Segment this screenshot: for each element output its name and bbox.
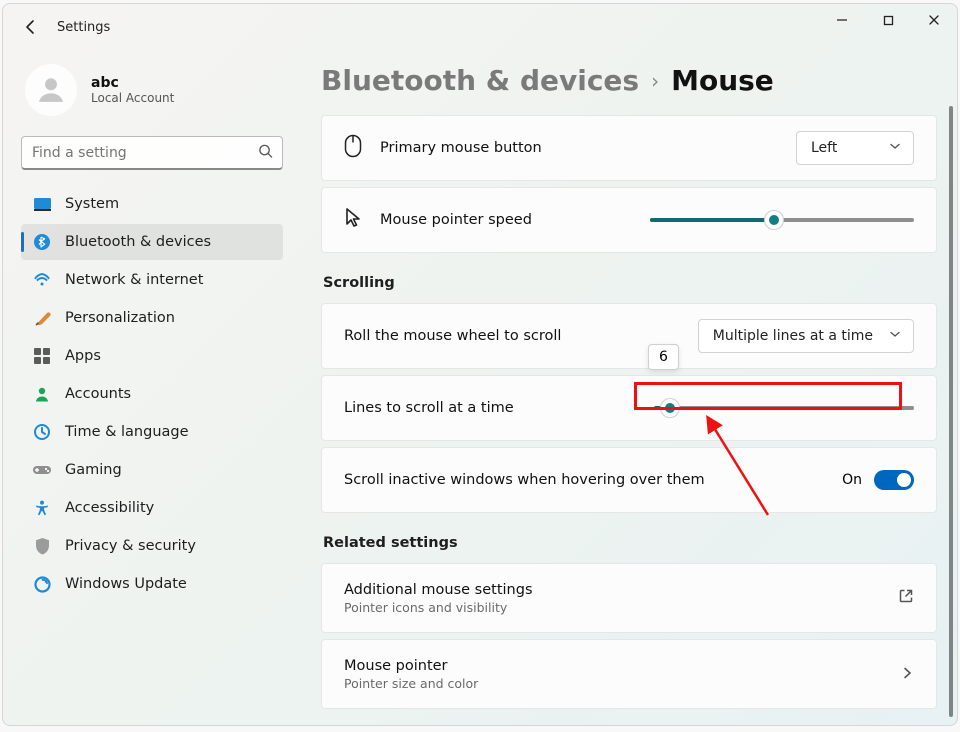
sidebar-item-label: Time & language xyxy=(65,424,189,440)
sidebar-item-network[interactable]: Network & internet xyxy=(21,262,283,298)
shield-icon xyxy=(33,538,51,555)
paintbrush-icon xyxy=(33,310,51,327)
sidebar-item-windows-update[interactable]: Windows Update xyxy=(21,566,283,602)
lines-to-scroll-slider[interactable] xyxy=(654,396,914,420)
app-title: Settings xyxy=(57,20,110,35)
settings-window: Settings abc Local Account xyxy=(2,3,958,726)
close-button[interactable] xyxy=(911,4,957,36)
back-button[interactable] xyxy=(21,17,41,37)
row-scroll-inactive: Scroll inactive windows when hovering ov… xyxy=(321,447,937,513)
titlebar: Settings xyxy=(3,4,957,50)
apps-icon xyxy=(33,348,51,364)
chevron-right-icon: › xyxy=(651,69,659,93)
update-icon xyxy=(33,576,51,593)
user-account-row[interactable]: abc Local Account xyxy=(21,58,303,132)
select-value: Left xyxy=(811,140,837,156)
sidebar-item-label: Privacy & security xyxy=(65,538,196,554)
sidebar-item-label: Accounts xyxy=(65,386,131,402)
row-label: Lines to scroll at a time xyxy=(344,400,514,416)
search-icon xyxy=(258,144,273,163)
row-primary-mouse-button: Primary mouse button Left xyxy=(321,115,937,181)
chevron-down-icon xyxy=(889,328,901,344)
row-label: Additional mouse settings xyxy=(344,582,533,598)
person-icon xyxy=(33,386,51,402)
chevron-right-icon xyxy=(900,665,914,684)
row-mouse-pointer[interactable]: Mouse pointer Pointer size and color xyxy=(321,639,937,709)
sidebar-item-system[interactable]: System xyxy=(21,186,283,222)
sidebar-item-label: Windows Update xyxy=(65,576,187,592)
page-title: Mouse xyxy=(671,64,774,97)
primary-button-select[interactable]: Left xyxy=(796,131,914,165)
sidebar-item-accounts[interactable]: Accounts xyxy=(21,376,283,412)
sidebar-item-apps[interactable]: Apps xyxy=(21,338,283,374)
main-content: Bluetooth & devices › Mouse Primary mous… xyxy=(303,50,957,725)
sidebar-item-label: Accessibility xyxy=(65,500,154,516)
sidebar-item-label: Network & internet xyxy=(65,272,203,288)
row-label: Primary mouse button xyxy=(380,140,542,156)
row-subtitle: Pointer icons and visibility xyxy=(344,600,533,615)
bluetooth-icon xyxy=(33,234,51,250)
sidebar-item-label: Bluetooth & devices xyxy=(65,234,211,250)
row-label: Roll the mouse wheel to scroll xyxy=(344,328,561,344)
toggle-state-label: On xyxy=(842,472,862,488)
row-label: Mouse pointer xyxy=(344,658,478,674)
row-label: Mouse pointer speed xyxy=(380,212,532,228)
avatar xyxy=(25,64,77,116)
pointer-speed-slider[interactable] xyxy=(650,208,914,232)
slider-value-tooltip: 6 xyxy=(648,344,679,370)
monitor-icon xyxy=(33,198,51,211)
row-additional-mouse-settings[interactable]: Additional mouse settings Pointer icons … xyxy=(321,563,937,633)
sidebar-item-time-language[interactable]: Time & language xyxy=(21,414,283,450)
row-subtitle: Pointer size and color xyxy=(344,676,478,691)
row-pointer-speed: Mouse pointer speed xyxy=(321,187,937,253)
sidebar: abc Local Account System xyxy=(3,50,303,725)
minimize-button[interactable] xyxy=(819,4,865,36)
section-heading-scrolling: Scrolling xyxy=(323,275,937,291)
breadcrumb: Bluetooth & devices › Mouse xyxy=(321,64,937,97)
sidebar-item-personalization[interactable]: Personalization xyxy=(21,300,283,336)
nav-list: System Bluetooth & devices Network & int… xyxy=(21,186,303,602)
breadcrumb-parent[interactable]: Bluetooth & devices xyxy=(321,64,639,97)
roll-wheel-select[interactable]: Multiple lines at a time xyxy=(698,319,914,353)
gamepad-icon xyxy=(33,464,51,476)
row-label: Scroll inactive windows when hovering ov… xyxy=(344,472,705,488)
scrollbar[interactable] xyxy=(949,106,953,717)
sidebar-item-label: Apps xyxy=(65,348,101,364)
cursor-icon xyxy=(344,207,362,233)
user-subtitle: Local Account xyxy=(91,91,174,105)
row-roll-wheel: Roll the mouse wheel to scroll Multiple … xyxy=(321,303,937,369)
row-lines-to-scroll: Lines to scroll at a time xyxy=(321,375,937,441)
sidebar-item-gaming[interactable]: Gaming xyxy=(21,452,283,488)
sidebar-item-privacy[interactable]: Privacy & security xyxy=(21,528,283,564)
accessibility-icon xyxy=(33,500,51,516)
sidebar-item-bluetooth-devices[interactable]: Bluetooth & devices xyxy=(21,224,283,260)
sidebar-item-label: Gaming xyxy=(65,462,122,478)
maximize-button[interactable] xyxy=(865,4,911,36)
scroll-inactive-toggle[interactable] xyxy=(874,470,914,490)
sidebar-item-label: Personalization xyxy=(65,310,175,326)
sidebar-item-accessibility[interactable]: Accessibility xyxy=(21,490,283,526)
mouse-icon xyxy=(344,134,362,162)
user-name: abc xyxy=(91,75,174,91)
search-input[interactable] xyxy=(21,136,283,170)
select-value: Multiple lines at a time xyxy=(713,328,873,344)
chevron-down-icon xyxy=(889,140,901,156)
clock-globe-icon xyxy=(33,424,51,441)
section-heading-related: Related settings xyxy=(323,535,937,551)
sidebar-item-label: System xyxy=(65,196,119,212)
wifi-icon xyxy=(33,273,51,287)
open-external-icon xyxy=(898,588,914,608)
